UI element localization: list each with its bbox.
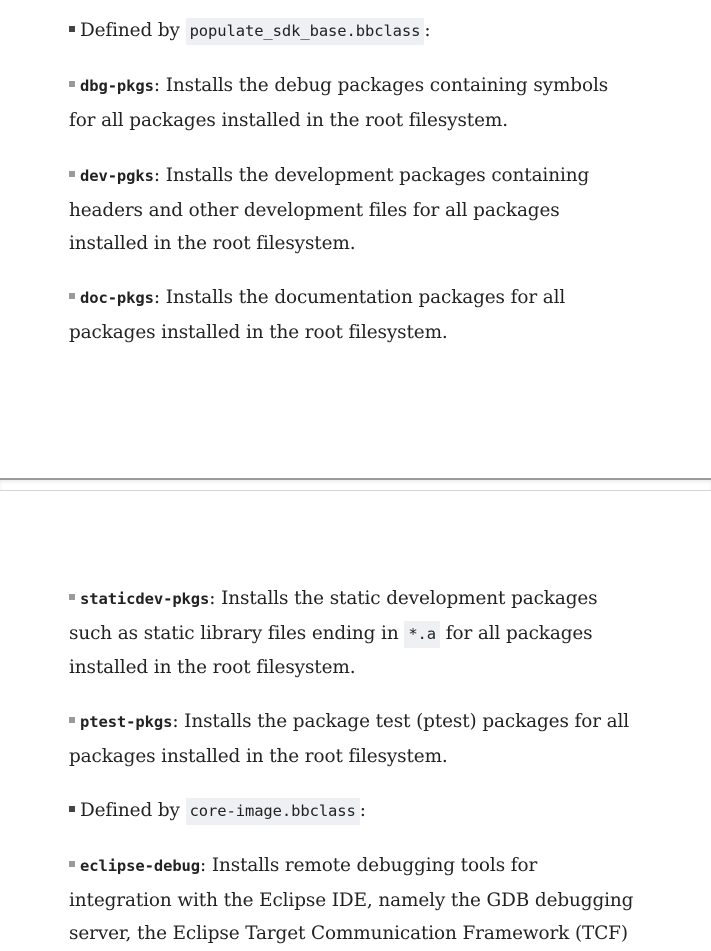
list-item-eclipse-debug: eclipse-debug: Installs remote debugging…: [69, 849, 634, 951]
class-filename-code: core-image.bbclass: [185, 798, 360, 825]
defined-by-core-image-line: Defined by core-image.bbclass:: [69, 794, 634, 829]
package-keyword: ptest-pkgs: [80, 713, 173, 731]
list-item-staticdev-pkgs: staticdev-pkgs: Installs the static deve…: [69, 582, 634, 685]
list-item-dbg-pkgs: dbg-pkgs: Installs the debug packages co…: [69, 69, 634, 137]
list-item-dev-pgks: dev-pgks: Installs the development packa…: [69, 159, 634, 261]
list-item-doc-pkgs: doc-pkgs: Installs the documentation pac…: [69, 281, 634, 349]
package-keyword: doc-pkgs: [80, 289, 154, 307]
document-page-top: Defined by populate_sdk_base.bbclass: db…: [0, 0, 711, 478]
defined-by-label: Defined by: [80, 800, 180, 821]
bullet-icon: [69, 861, 75, 867]
colon: :: [359, 800, 366, 821]
bullet-icon: [69, 26, 75, 32]
package-keyword: staticdev-pkgs: [80, 590, 210, 608]
class-filename-code: populate_sdk_base.bbclass: [185, 18, 425, 45]
bullet-icon: [69, 81, 75, 87]
defined-by-populate-line: Defined by populate_sdk_base.bbclass:: [69, 14, 634, 49]
package-keyword: dev-pgks: [80, 167, 154, 185]
package-keyword: eclipse-debug: [80, 857, 201, 875]
defined-by-label: Defined by: [80, 20, 180, 41]
bullet-icon: [69, 717, 75, 723]
colon: :: [424, 20, 431, 41]
bullet-icon: [69, 293, 75, 299]
document-page-bottom: staticdev-pkgs: Installs the static deve…: [0, 491, 711, 944]
file-extension-code: *.a: [404, 620, 441, 648]
page-break-divider: [0, 478, 711, 491]
bullet-icon: [69, 806, 75, 812]
package-keyword: dbg-pkgs: [80, 77, 154, 95]
bullet-icon: [69, 171, 75, 177]
bullet-icon: [69, 594, 75, 600]
list-item-ptest-pkgs: ptest-pkgs: Installs the package test (p…: [69, 705, 634, 773]
